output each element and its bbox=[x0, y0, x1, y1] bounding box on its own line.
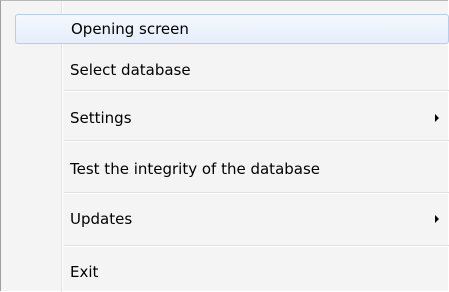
menu-item-label: Test the integrity of the database bbox=[70, 160, 321, 178]
menu-item-label: Exit bbox=[70, 263, 99, 281]
menu-item-test-integrity[interactable]: Test the integrity of the database bbox=[15, 154, 449, 184]
menu-item-label: Settings bbox=[70, 109, 132, 127]
menu-item-label: Select database bbox=[70, 61, 191, 79]
submenu-arrow-icon bbox=[435, 114, 439, 122]
menu-item-updates[interactable]: Updates bbox=[15, 204, 449, 234]
menu-separator bbox=[64, 245, 449, 247]
menu-item-label: Updates bbox=[70, 210, 133, 228]
menu-item-label: Opening screen bbox=[71, 20, 189, 38]
submenu-arrow-icon bbox=[435, 215, 439, 223]
menu-gutter-divider-highlight bbox=[62, 1, 63, 292]
menu-item-opening-screen[interactable]: Opening screen bbox=[15, 14, 449, 44]
menu-item-exit[interactable]: Exit bbox=[15, 257, 449, 287]
menu-separator bbox=[64, 192, 449, 194]
menu-item-select-database[interactable]: Select database bbox=[15, 55, 449, 85]
menu-item-settings[interactable]: Settings bbox=[15, 103, 449, 133]
menu-separator bbox=[64, 90, 449, 92]
context-menu: Opening screen Select database Settings … bbox=[0, 0, 449, 292]
menu-separator bbox=[64, 140, 449, 142]
